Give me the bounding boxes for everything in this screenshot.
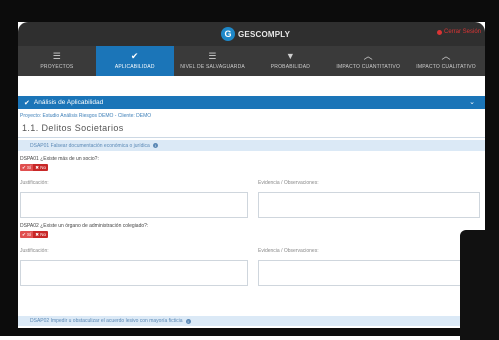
app-header: G GESCOMPLY Cerrar Sesión [18,22,485,46]
list-icon: ☰ [52,51,62,61]
power-icon [436,29,442,35]
page-title: 1.1. Delitos Societarios [22,123,124,133]
project-info: Proyecto: Estudio Análisis Riesgos DEMO … [20,113,152,119]
main-nav: ☰ PROYECTOS ✔ APLICABILIDAD ☰ NIVEL DE S… [18,46,485,76]
divider [18,137,485,138]
tab-label: PROYECTOS [40,64,74,70]
up-icon: ︿ [441,51,451,61]
filter-icon: ▼ [285,51,295,61]
justification-label: Justificación: [20,180,49,186]
tab-probabilidad[interactable]: ▼ PROBABILIDAD [251,46,329,76]
device-bezel-bottom [0,328,499,336]
yes-button[interactable]: ✔ Sí [20,231,34,238]
info-icon[interactable]: i [152,143,158,148]
device-bezel-left [0,0,18,336]
evidence-field[interactable] [258,192,480,218]
tab-label: APLICABILIDAD [114,64,155,70]
section-title: Análisis de Aplicabilidad [33,99,104,106]
group-title: DSAP02 Impedir u obstaculizar el acuerdo… [30,318,183,324]
justification-label: Justificación: [20,248,49,254]
section-header[interactable]: ✔ Análisis de Aplicabilidad ⌄ [18,96,485,109]
up-icon: ︿ [363,51,373,61]
tab-nivel-salvaguarda[interactable]: ☰ NIVEL DE SALVAGUARDA [174,46,252,76]
info-icon[interactable]: i [185,318,191,324]
check-icon: ✔ [24,99,30,107]
evidence-label: Evidencia / Observaciones: [258,180,319,186]
evidence-label: Evidencia / Observaciones: [258,248,319,254]
evidence-field[interactable] [258,260,480,286]
group-title: DSAP01 Falsear documentación económica o… [30,142,150,149]
main-content: ✔ Análisis de Aplicabilidad ⌄ Proyecto: … [18,76,485,328]
yes-button[interactable]: ✔ Sí [20,164,34,171]
question-text: DSPA02 ¿Existe un órgano de administraci… [20,223,149,229]
device-bezel-overlay [460,230,499,340]
logout-label: Cerrar Sesión [443,29,481,35]
no-button[interactable]: ✖ No [33,231,49,238]
tab-label: NIVEL DE SALVAGUARDA [180,64,245,70]
yes-no-toggle[interactable]: ✔ Sí ✖ No [20,164,49,171]
no-button[interactable]: ✖ No [33,164,49,171]
tab-label: IMPACTO CUANTITATIVO [336,64,401,70]
logout-button[interactable]: Cerrar Sesión [436,29,481,35]
justification-field[interactable] [20,260,248,286]
yes-no-toggle[interactable]: ✔ Sí ✖ No [20,231,49,238]
logo-icon: G [221,27,235,41]
app-screen: G GESCOMPLY Cerrar Sesión ☰ PROYECTOS ✔ … [18,22,485,328]
tab-label: PROBABILIDAD [270,64,311,70]
tab-impacto-cuantitativo[interactable]: ︿ IMPACTO CUANTITATIVO [329,46,407,76]
tab-label: IMPACTO CUALITATIVO [416,64,476,70]
justification-field[interactable] [20,192,248,218]
group-header[interactable]: DSAP02 Impedir u obstaculizar el acuerdo… [18,316,485,326]
check-icon: ✔ [130,51,139,61]
tab-aplicabilidad[interactable]: ✔ APLICABILIDAD [95,46,174,76]
group-header[interactable]: DSAP01 Falsear documentación económica o… [18,140,485,151]
device-bezel-top [0,0,499,22]
bars-icon: ☰ [208,51,217,61]
chevron-down-icon[interactable]: ⌄ [469,98,475,106]
question-text: DSPA01 ¿Existe más de un socio?: [20,156,99,162]
tab-impacto-cualitativo[interactable]: ︿ IMPACTO CUALITATIVO [407,46,485,76]
tab-proyectos[interactable]: ☰ PROYECTOS [18,46,96,76]
app-logo[interactable]: G GESCOMPLY [221,26,290,42]
logo-text: GESCOMPLY [238,29,291,39]
